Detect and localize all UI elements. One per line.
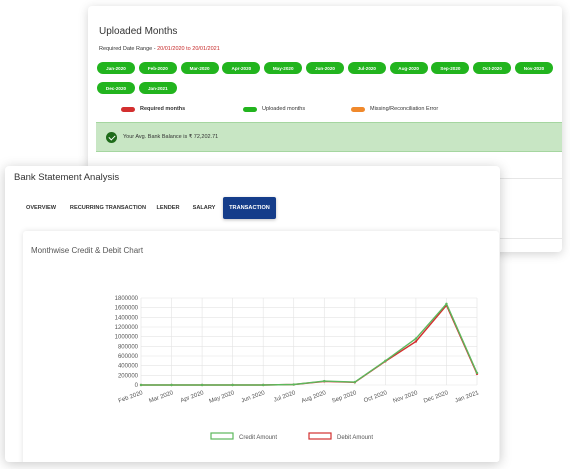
series-line-credit-amount xyxy=(141,303,478,386)
date-range-label: Required Date Range - xyxy=(99,46,158,52)
tab-transaction[interactable]: TRANSACTION xyxy=(223,197,276,219)
y-tick-label: 0 xyxy=(135,383,139,389)
month-pill-sep-2020[interactable]: Sep-2020 xyxy=(431,62,470,74)
month-pill-jul-2020[interactable]: Jul-2020 xyxy=(347,62,386,74)
legend-swatch-credit-amount xyxy=(210,432,234,440)
data-point-debit-amount xyxy=(414,340,418,343)
legend-label-credit-amount: Credit Amount xyxy=(239,435,277,441)
y-tick-label: 1400000 xyxy=(115,315,139,321)
tab-salary[interactable]: SALARY xyxy=(189,197,219,219)
data-point-credit-amount xyxy=(445,302,448,305)
data-point-credit-amount xyxy=(231,383,234,387)
x-tick-label: Jul 2020 xyxy=(273,390,297,404)
x-tick-label: Jan 2021 xyxy=(454,390,480,404)
month-pill-dec-2020[interactable]: Dec-2020 xyxy=(97,82,135,94)
data-point-credit-amount xyxy=(384,359,387,363)
data-point-credit-amount xyxy=(292,383,295,386)
data-point-credit-amount xyxy=(139,383,143,387)
months-legend: Required months Uploaded months Missing/… xyxy=(88,106,562,116)
legend-required: Required months xyxy=(121,106,185,112)
legend-required-label: Required months xyxy=(140,106,186,112)
x-tick-label: Jun 2020 xyxy=(241,390,267,404)
month-pill-jan-2021[interactable]: Jan-2021 xyxy=(138,82,177,94)
x-tick-label: Aug 2020 xyxy=(301,390,328,405)
legend-swatch-debit-amount xyxy=(308,432,332,440)
data-point-credit-amount xyxy=(414,337,418,340)
error-swatch xyxy=(351,106,365,112)
y-tick-label: 200000 xyxy=(118,373,139,379)
date-range-value: 20/01/2020 to 20/01/2021 xyxy=(157,46,220,52)
required-swatch xyxy=(121,106,135,112)
month-pill-mar-2020[interactable]: Mar-2020 xyxy=(180,62,219,74)
data-point-credit-amount xyxy=(475,371,479,375)
data-point-credit-amount xyxy=(170,383,173,387)
y-tick-label: 800000 xyxy=(118,344,139,350)
tab-recurring-transaction[interactable]: RECURRING TRANSACTION xyxy=(67,197,149,219)
x-tick-label: Oct 2020 xyxy=(363,390,389,404)
y-tick-label: 1800000 xyxy=(115,296,139,302)
x-tick-label: Nov 2020 xyxy=(392,390,419,405)
month-pill-nov-2020[interactable]: Nov-2020 xyxy=(515,62,553,74)
x-tick-label: Mar 2020 xyxy=(148,390,174,405)
monthwise-chart-card: Monthwise Credit & Debit Chart 0 200000 40… xyxy=(23,231,499,462)
month-pill-aug-2020[interactable]: Aug-2020 xyxy=(389,62,428,74)
data-point-credit-amount xyxy=(353,380,357,384)
y-tick-label: 1600000 xyxy=(115,306,139,312)
y-tick-label: 1200000 xyxy=(115,325,139,331)
required-date-range: Required Date Range - 20/01/2020 to 20/0… xyxy=(99,46,220,52)
uploaded-swatch xyxy=(243,106,257,112)
legend-error: Missing/Reconciliation Error xyxy=(351,106,438,112)
x-tick-label: Dec 2020 xyxy=(423,390,450,405)
tab-overview[interactable]: OVERVIEW xyxy=(23,197,59,219)
x-tick-label: May 2020 xyxy=(208,390,235,405)
analysis-title: Bank Statement Analysis xyxy=(14,172,120,183)
legend-error-label: Missing/Reconciliation Error xyxy=(370,106,439,112)
x-tick-label: Sep 2020 xyxy=(331,390,358,405)
y-tick-label: 400000 xyxy=(118,364,139,370)
data-point-credit-amount xyxy=(323,379,326,383)
uploaded-months-title: Uploaded Months xyxy=(99,26,178,37)
month-pill-jan-2020[interactable]: Jan-2020 xyxy=(97,62,135,74)
month-pill-may-2020[interactable]: May-2020 xyxy=(264,62,303,74)
bank-statement-analysis-card: Bank Statement Analysis OVERVIEW RECURRI… xyxy=(5,166,500,462)
avg-balance-text: Your Avg. Bank Balance is ₹ 72,202.71 xyxy=(123,134,219,140)
y-tick-label: 1000000 xyxy=(115,335,139,341)
month-pill-feb-2020[interactable]: Feb-2020 xyxy=(138,62,177,74)
data-point-credit-amount xyxy=(261,383,265,387)
data-point-credit-amount xyxy=(200,383,204,387)
avg-balance-banner: Your Avg. Bank Balance is ₹ 72,202.71 xyxy=(96,122,562,152)
month-pill-jun-2020[interactable]: Jun-2020 xyxy=(306,62,344,74)
check-circle-icon xyxy=(106,131,117,143)
y-tick-label: 600000 xyxy=(118,354,139,360)
legend-uploaded: Uploaded months xyxy=(243,106,305,112)
legend-label-debit-amount: Debit Amount xyxy=(337,435,373,441)
month-pill-apr-2020[interactable]: Apr-2020 xyxy=(222,62,261,74)
tab-lender[interactable]: LENDER xyxy=(153,197,183,219)
analysis-tabs: OVERVIEW RECURRING TRANSACTION LENDER SA… xyxy=(5,197,500,219)
x-tick-label: Apr 2020 xyxy=(180,390,206,404)
credit-debit-chart: 0 200000 400000 600000 800000 1000000 1200000 1… xyxy=(115,296,481,441)
legend-uploaded-label: Uploaded months xyxy=(262,106,306,112)
x-tick-label: Feb 2020 xyxy=(118,390,144,405)
month-pill-oct-2020[interactable]: Oct-2020 xyxy=(473,62,512,74)
